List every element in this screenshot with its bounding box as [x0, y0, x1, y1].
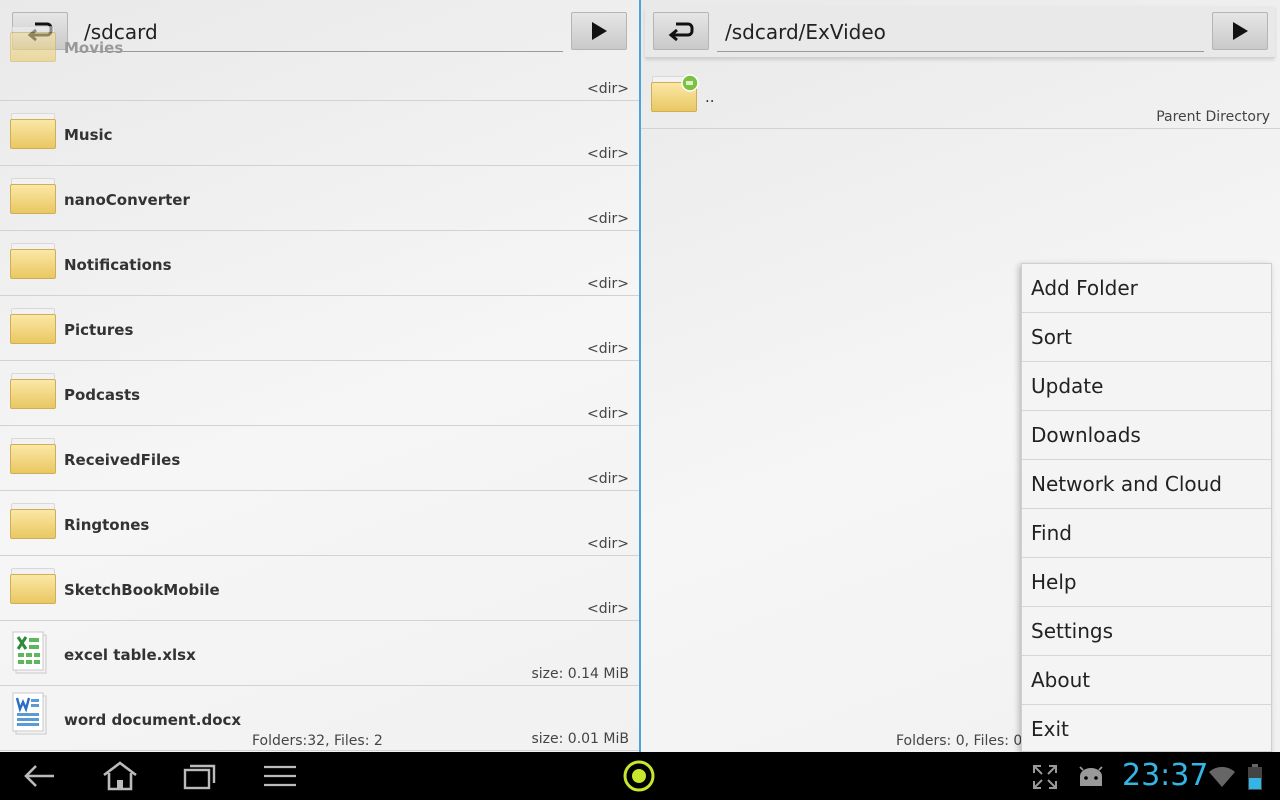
up-badge-icon: [681, 74, 699, 92]
menu-item-exit[interactable]: Exit: [1022, 705, 1271, 754]
folder-row[interactable]: Pictures <dir>: [0, 296, 639, 361]
folder-icon: [10, 26, 58, 66]
right-status: Folders: 0, Files: 0: [896, 733, 1023, 749]
item-name: Pictures: [64, 321, 134, 339]
item-name: nanoConverter: [64, 191, 190, 209]
parent-directory-label: Parent Directory: [1156, 109, 1270, 125]
recent-apps-icon[interactable]: [182, 762, 218, 790]
item-name: Ringtones: [64, 516, 150, 534]
clock: 23:37: [1122, 758, 1209, 793]
item-meta: <dir>: [587, 81, 629, 97]
app-launcher-icon[interactable]: [622, 759, 656, 793]
return-arrow-icon: [668, 22, 694, 42]
folder-row[interactable]: ReceivedFiles <dir>: [0, 426, 639, 491]
folder-row[interactable]: Movies <dir>: [0, 26, 639, 101]
play-arrow-icon: [1233, 22, 1248, 40]
folder-icon: [10, 503, 58, 543]
parent-directory-name: ..: [705, 88, 715, 106]
parent-directory-row[interactable]: .. Parent Directory: [641, 64, 1280, 129]
menu-item-help[interactable]: Help: [1022, 558, 1271, 607]
folder-icon: [10, 178, 58, 218]
folder-row[interactable]: Ringtones <dir>: [0, 491, 639, 556]
right-path-field[interactable]: /sdcard/ExVideo: [717, 12, 1204, 52]
item-name: excel table.xlsx: [64, 646, 196, 664]
item-meta: <dir>: [587, 276, 629, 292]
system-nav-bar: 23:37: [0, 752, 1280, 800]
folder-row[interactable]: Podcasts <dir>: [0, 361, 639, 426]
left-pane: /sdcard Movies <dir> Music <dir> nanoConvert…: [0, 0, 639, 752]
wifi-icon: [1209, 766, 1235, 787]
item-name: SketchBookMobile: [64, 581, 220, 599]
menu-item-add-folder[interactable]: Add Folder: [1022, 264, 1271, 313]
item-meta: size: 0.14 MiB: [531, 666, 629, 682]
item-name: Podcasts: [64, 386, 141, 404]
menu-item-network-and-cloud[interactable]: Network and Cloud: [1022, 460, 1271, 509]
fullscreen-icon[interactable]: [1032, 764, 1058, 790]
right-go-button[interactable]: [1212, 12, 1268, 50]
right-toolbar: /sdcard/ExVideo: [645, 6, 1275, 58]
item-meta: <dir>: [587, 341, 629, 357]
parent-folder-icon: [651, 74, 699, 116]
menu-item-sort[interactable]: Sort: [1022, 313, 1271, 362]
item-meta: <dir>: [587, 601, 629, 617]
menu-item-find[interactable]: Find: [1022, 509, 1271, 558]
item-name: Notifications: [64, 256, 172, 274]
folder-icon: [10, 568, 58, 608]
folder-icon: [10, 243, 58, 283]
item-meta: size: 0.01 MiB: [531, 731, 629, 747]
item-meta: <dir>: [587, 211, 629, 227]
item-meta: <dir>: [587, 536, 629, 552]
folder-icon: [10, 438, 58, 478]
folder-row[interactable]: Notifications <dir>: [0, 231, 639, 296]
folder-icon: [10, 308, 58, 348]
menu-item-downloads[interactable]: Downloads: [1022, 411, 1271, 460]
left-status: Folders:32, Files: 2: [252, 733, 383, 749]
item-meta: <dir>: [587, 471, 629, 487]
item-name: word document.docx: [64, 711, 242, 729]
options-menu: Add Folder Sort Update Downloads Network and…: [1021, 263, 1272, 752]
item-meta: <dir>: [587, 406, 629, 422]
file-row[interactable]: excel table.xlsx size: 0.14 MiB: [0, 621, 639, 686]
folder-row[interactable]: SketchBookMobile <dir>: [0, 556, 639, 621]
folder-row[interactable]: nanoConverter <dir>: [0, 166, 639, 231]
item-name: Movies: [64, 39, 124, 57]
right-back-button[interactable]: [653, 12, 709, 50]
excel-file-icon: [10, 631, 58, 674]
menu-item-about[interactable]: About: [1022, 656, 1271, 705]
word-file-icon: [10, 692, 58, 735]
menu-item-update[interactable]: Update: [1022, 362, 1271, 411]
menu-item-settings[interactable]: Settings: [1022, 607, 1271, 656]
battery-icon: [1248, 764, 1262, 790]
item-meta: <dir>: [587, 146, 629, 162]
back-icon[interactable]: [22, 762, 58, 790]
home-icon[interactable]: [100, 760, 140, 792]
android-debug-icon: [1079, 766, 1103, 786]
folder-row[interactable]: Music <dir>: [0, 101, 639, 166]
item-name: ReceivedFiles: [64, 451, 181, 469]
folder-icon: [10, 113, 58, 153]
item-name: Music: [64, 126, 113, 144]
menu-icon[interactable]: [262, 764, 298, 788]
folder-icon: [10, 373, 58, 413]
